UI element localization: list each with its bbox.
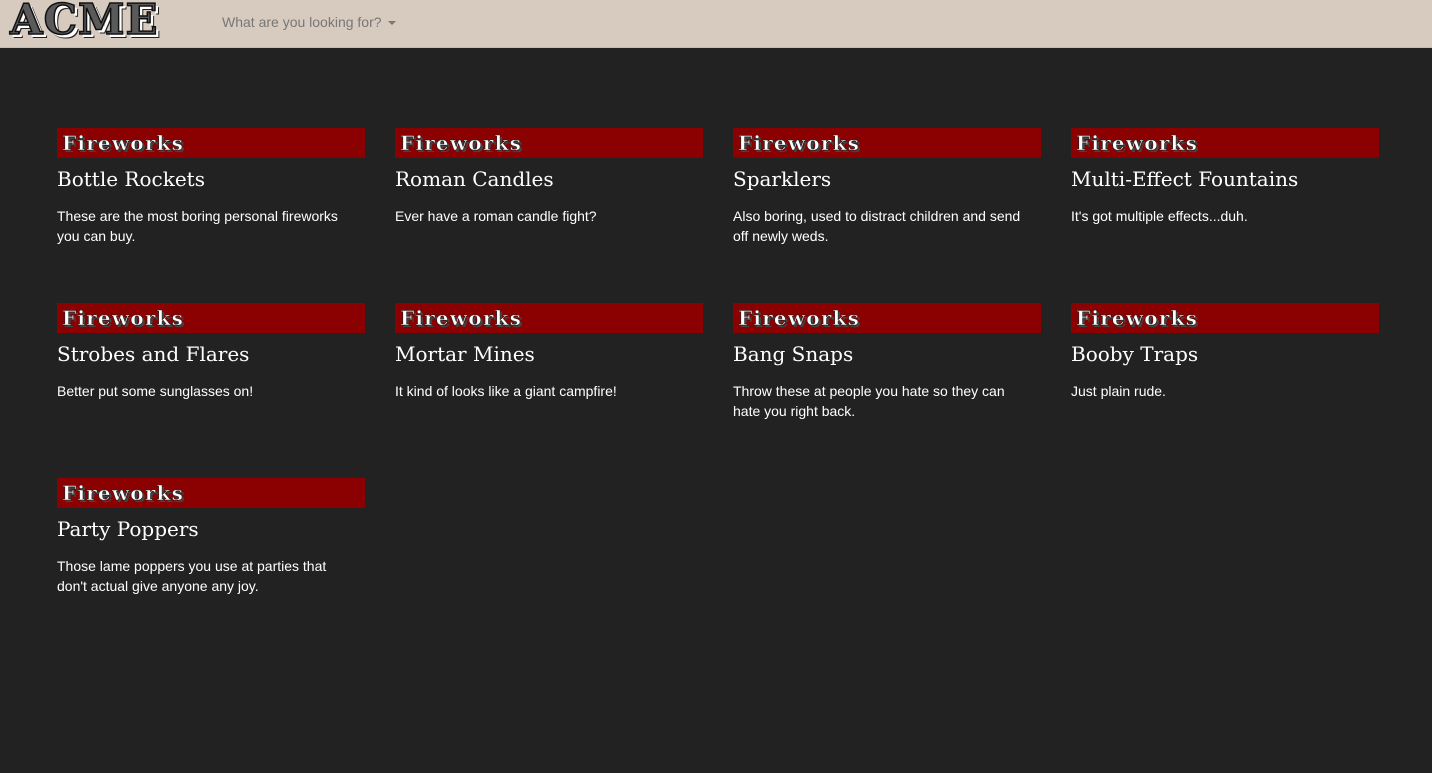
search-dropdown[interactable]: What are you looking for?: [222, 13, 396, 31]
product-grid: Fireworks Bottle Rockets These are the m…: [57, 128, 1379, 653]
product-card: Fireworks Bang Snaps Throw these at peop…: [733, 303, 1041, 478]
acme-logo[interactable]: ACME: [9, 0, 159, 46]
product-title[interactable]: Roman Candles: [395, 166, 703, 192]
product-title[interactable]: Bottle Rockets: [57, 166, 365, 192]
category-label: Fireworks: [62, 306, 185, 331]
product-description: These are the most boring personal firew…: [57, 208, 338, 244]
category-label: Fireworks: [62, 131, 185, 156]
product-description: Also boring, used to distract children a…: [733, 208, 1021, 244]
product-card: Fireworks Roman Candles Ever have a roma…: [395, 128, 703, 303]
product-description: Better put some sunglasses on!: [57, 383, 254, 399]
category-label: Fireworks: [738, 131, 861, 156]
category-label: Fireworks: [1076, 131, 1199, 156]
product-title[interactable]: Booby Traps: [1071, 341, 1379, 367]
category-banner[interactable]: Fireworks: [1071, 303, 1379, 333]
product-title[interactable]: Bang Snaps: [733, 341, 1041, 367]
product-description: It kind of looks like a giant campfire!: [395, 383, 617, 399]
product-description: It's got multiple effects...duh.: [1071, 208, 1248, 224]
category-banner[interactable]: Fireworks: [395, 303, 703, 333]
product-description: Ever have a roman candle fight?: [395, 208, 597, 224]
product-title[interactable]: Multi-Effect Fountains: [1071, 166, 1379, 192]
product-title[interactable]: Party Poppers: [57, 516, 365, 542]
product-description: Just plain rude.: [1071, 383, 1166, 399]
category-banner[interactable]: Fireworks: [57, 478, 365, 508]
category-banner[interactable]: Fireworks: [733, 128, 1041, 158]
product-card: Fireworks Multi-Effect Fountains It's go…: [1071, 128, 1379, 303]
category-label: Fireworks: [400, 131, 523, 156]
category-label: Fireworks: [400, 306, 523, 331]
category-label: Fireworks: [1076, 306, 1199, 331]
product-title[interactable]: Sparklers: [733, 166, 1041, 192]
search-dropdown-label: What are you looking for?: [222, 14, 382, 30]
product-title[interactable]: Strobes and Flares: [57, 341, 365, 367]
category-label: Fireworks: [738, 306, 861, 331]
product-card: Fireworks Booby Traps Just plain rude.: [1071, 303, 1379, 478]
category-banner[interactable]: Fireworks: [57, 303, 365, 333]
product-card: Fireworks Strobes and Flares Better put …: [57, 303, 365, 478]
top-navbar: ACME What are you looking for?: [0, 0, 1432, 48]
category-banner[interactable]: Fireworks: [57, 128, 365, 158]
product-card: Fireworks Party Poppers Those lame poppe…: [57, 478, 365, 653]
product-title[interactable]: Mortar Mines: [395, 341, 703, 367]
category-banner[interactable]: Fireworks: [395, 128, 703, 158]
product-description: Throw these at people you hate so they c…: [733, 383, 1005, 419]
product-card: Fireworks Bottle Rockets These are the m…: [57, 128, 365, 303]
product-card: Fireworks Mortar Mines It kind of looks …: [395, 303, 703, 478]
product-description: Those lame poppers you use at parties th…: [57, 558, 327, 594]
category-label: Fireworks: [62, 481, 185, 506]
product-card: Fireworks Sparklers Also boring, used to…: [733, 128, 1041, 303]
category-banner[interactable]: Fireworks: [1071, 128, 1379, 158]
caret-down-icon: [387, 21, 396, 26]
category-banner[interactable]: Fireworks: [733, 303, 1041, 333]
